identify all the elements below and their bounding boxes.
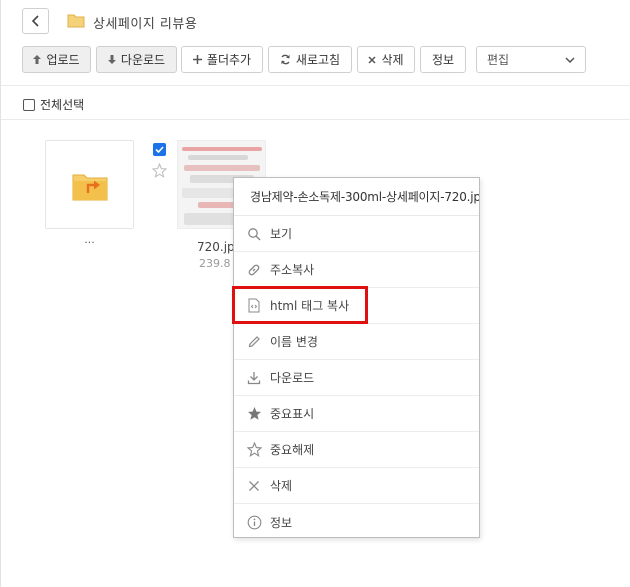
upload-button[interactable]: 업로드 <box>22 46 91 73</box>
menu-item-view[interactable]: 보기 <box>234 216 479 252</box>
info-button[interactable]: 정보 <box>420 46 466 73</box>
highlight-box <box>232 286 368 324</box>
star-filled-icon <box>246 406 262 422</box>
menu-item-label: 삭제 <box>270 479 293 493</box>
plus-icon <box>192 55 202 64</box>
menu-item-label: 중요표시 <box>270 407 315 421</box>
add-folder-button[interactable]: 폴더추가 <box>181 46 263 73</box>
upload-label: 업로드 <box>46 53 80 67</box>
edit-select-value: 편집 <box>487 53 510 67</box>
star-outline-icon[interactable] <box>152 163 167 178</box>
download-button[interactable]: 다운로드 <box>96 46 177 73</box>
thumb-detail <box>182 147 262 151</box>
info-icon <box>246 514 262 530</box>
menu-item-label: 정보 <box>270 515 293 530</box>
file-name: 720.jp <box>197 240 235 254</box>
menu-item-rename[interactable]: 이름 변경 <box>234 324 479 360</box>
menu-item-delete[interactable]: 삭제 <box>234 468 479 504</box>
thumb-detail <box>184 165 260 171</box>
arrow-up-icon <box>33 55 42 64</box>
file-browser-frame: 상세페이지 리뷰용 업로드 다운로드 폴더추가 새로고침 삭제 정보 편집 전체… <box>0 0 630 587</box>
menu-item-label: 다운로드 <box>270 371 315 385</box>
info-label: 정보 <box>431 53 455 67</box>
download-label: 다운로드 <box>120 53 166 67</box>
star-outline-icon <box>246 442 262 458</box>
delete-button[interactable]: 삭제 <box>357 46 415 73</box>
edit-select[interactable]: 편집 <box>476 46 586 73</box>
folder-icon <box>67 14 85 28</box>
pencil-icon <box>246 334 262 350</box>
refresh-label: 새로고침 <box>295 53 341 67</box>
add-folder-label: 폴더추가 <box>206 53 252 67</box>
checkmark-icon <box>155 146 164 153</box>
select-all-label: 전체선택 <box>40 98 85 112</box>
download-icon <box>246 370 262 386</box>
delete-label: 삭제 <box>381 53 404 67</box>
chevron-left-icon <box>31 15 39 27</box>
link-icon <box>246 262 262 278</box>
select-all-checkbox[interactable] <box>23 98 35 111</box>
breadcrumb-folder-title: 상세페이지 리뷰용 <box>93 17 198 32</box>
context-menu-title: 경남제약-손소독제-300ml-상세페이지-720.jpg <box>234 178 479 216</box>
thumb-detail <box>188 155 248 160</box>
chevron-down-icon <box>565 56 575 63</box>
back-button[interactable] <box>22 8 49 34</box>
menu-item-label: 중요해제 <box>270 443 315 457</box>
arrow-down-icon <box>107 55 116 64</box>
toolbar-divider <box>1 85 630 86</box>
menu-item-info[interactable]: 정보 <box>234 504 479 540</box>
select-all[interactable]: 전체선택 <box>23 96 84 113</box>
menu-item-label: 이름 변경 <box>270 335 318 349</box>
file-checkbox[interactable] <box>153 143 166 156</box>
menu-item-copy-url[interactable]: 주소복사 <box>234 252 479 288</box>
search-icon <box>246 226 262 242</box>
menu-item-label: 보기 <box>270 227 293 241</box>
menu-item-unmark-important[interactable]: 중요해제 <box>234 432 479 468</box>
menu-item-download[interactable]: 다운로드 <box>234 360 479 396</box>
menu-item-mark-important[interactable]: 중요표시 <box>234 396 479 432</box>
close-icon <box>368 55 376 64</box>
list-divider <box>1 119 630 120</box>
refresh-icon <box>281 54 290 65</box>
context-menu: 경남제약-손소독제-300ml-상세페이지-720.jpg 보기 주소복사 ht… <box>233 177 480 538</box>
close-icon <box>246 478 262 494</box>
folder-up-icon <box>72 174 107 200</box>
refresh-button[interactable]: 새로고침 <box>268 46 352 73</box>
file-size: 239.8 l <box>199 257 238 270</box>
parent-folder-label: ... <box>84 233 95 246</box>
menu-item-label: 주소복사 <box>270 263 315 277</box>
parent-folder-tile[interactable] <box>45 140 134 229</box>
